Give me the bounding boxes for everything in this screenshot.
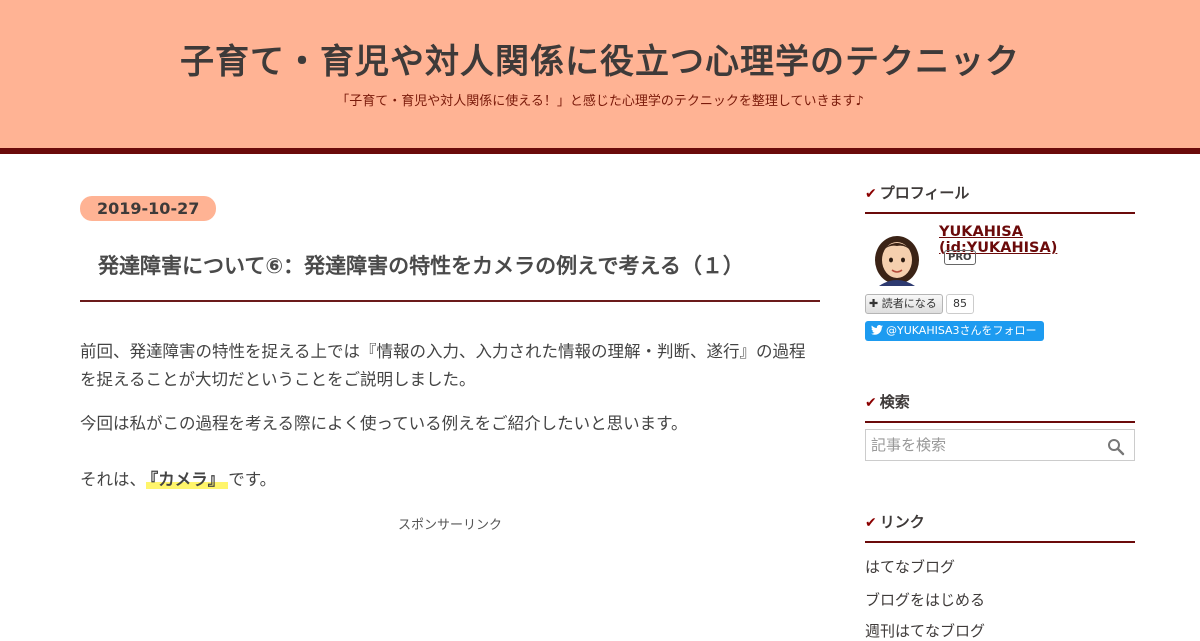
search-icon[interactable] <box>1107 438 1125 456</box>
entry-paragraph: 前回、発達障害の特性を捉える上では『情報の入力、入力された情報の理解・判断、遂行… <box>80 342 806 389</box>
check-icon: ✔ <box>865 186 877 202</box>
subscribe-label: 読者になる <box>881 297 937 310</box>
title-divider <box>80 300 820 302</box>
pro-badge: PRO <box>944 250 976 265</box>
twitter-bird-icon <box>871 325 883 335</box>
sponsor-label: スポンサーリンク <box>397 518 502 533</box>
twitter-follow-button[interactable]: @YUKAHISA3さんをフォロー <box>865 321 1044 341</box>
widget-title-profile: ✔ プロフィール <box>865 182 1135 214</box>
blog-title[interactable]: 子育て・育児や対人関係に役立つ心理学のテクニック <box>0 34 1200 83</box>
highlighted-text: 『カメラ』 <box>146 470 229 489</box>
check-icon: ✔ <box>865 515 877 531</box>
plus-icon: ✚ <box>869 297 879 310</box>
widget-title-search: ✔ 検索 <box>865 391 1135 423</box>
entry-paragraph: それは、 『カメラ』 です。 <box>80 466 820 494</box>
widget-title-label: プロフィール <box>879 184 970 202</box>
check-icon: ✔ <box>865 395 877 411</box>
blog-description: 「子育て・育児や対人関係に使える！」と感じた心理学のテクニックを整理していきます… <box>336 94 864 109</box>
entry-paragraph: 今回は私がこの過程を考える際によく使っている例えをご紹介したいと思います。 <box>80 414 688 433</box>
widget-title-label: 検索 <box>879 393 910 411</box>
entry-title[interactable]: 発達障害について⑥：発達障害の特性をカメラの例えで考える（１） <box>98 250 818 280</box>
link-item[interactable]: はてなブログ <box>865 556 955 577</box>
link-item[interactable]: ブログをはじめる <box>865 589 985 610</box>
twitter-follow-label: @YUKAHISA3さんをフォロー <box>886 324 1037 337</box>
blog-header: 子育て・育児や対人関係に役立つ心理学のテクニック 「子育て・育児や対人関係に使え… <box>0 0 1200 154</box>
search-input[interactable] <box>871 434 1101 456</box>
link-item[interactable]: 週刊はてなブログ <box>865 620 985 641</box>
widget-title-links: ✔ リンク <box>865 511 1135 543</box>
avatar[interactable] <box>869 230 925 286</box>
search-box <box>865 429 1135 461</box>
subscribe-button[interactable]: ✚ 読者になる <box>865 294 943 314</box>
entry-date[interactable]: 2019-10-27 <box>80 196 217 221</box>
reader-count: 85 <box>946 294 974 314</box>
paragraph-text: です。 <box>228 470 277 489</box>
paragraph-text: それは、 <box>80 470 146 489</box>
widget-title-label: リンク <box>879 513 925 531</box>
